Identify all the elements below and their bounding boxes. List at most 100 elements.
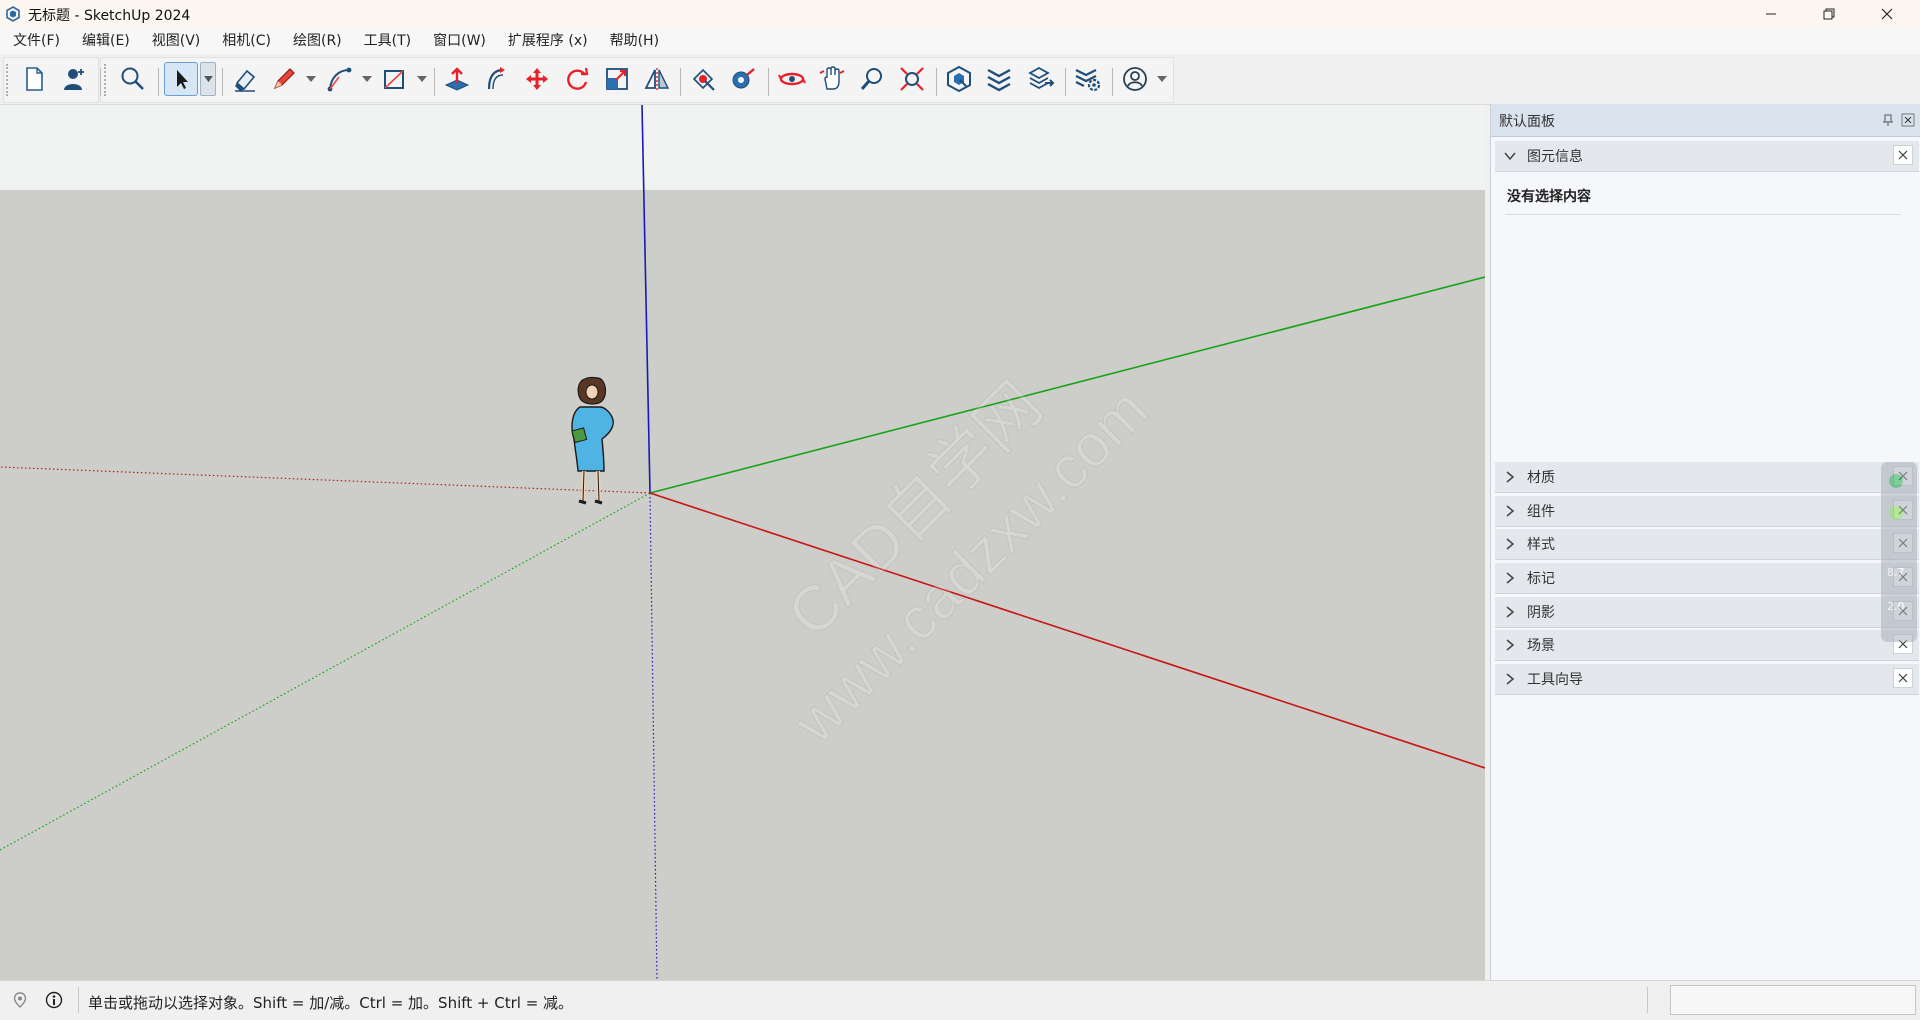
panel-shadows[interactable]: 阴影 [1495,597,1919,628]
panel-entity-info[interactable]: 图元信息 [1495,141,1919,172]
panel-components[interactable]: 组件 [1495,496,1919,527]
flip-icon [644,68,670,91]
zoom-tool-button[interactable] [855,62,889,96]
scale-tool-button[interactable] [600,62,634,96]
move-tool-button[interactable] [520,62,554,96]
tray-header: 默认面板 [1491,104,1920,137]
window-title: 无标题 - SketchUp 2024 [28,8,191,24]
panel-tags[interactable]: 标记 [1495,563,1919,594]
panel-styles[interactable]: 样式 [1495,529,1919,560]
toolbar [0,54,1920,105]
orbit-tool-button[interactable] [775,62,809,96]
line-tool-button[interactable] [267,62,301,96]
ground [0,190,1485,980]
paint-bucket-tool-button[interactable] [686,62,720,96]
toolbar-separator [936,68,937,96]
rotate-icon [567,67,589,90]
close-button[interactable] [1858,0,1916,28]
toolbar-separator [1112,68,1113,96]
move-icon [526,68,548,90]
follow-me-tool-button[interactable] [480,62,514,96]
panel-instructor[interactable]: 工具向导 [1495,664,1919,695]
panel-close-button[interactable] [1893,145,1913,165]
tape-measure-tool-button[interactable] [726,62,760,96]
toolbar-separator [768,68,769,96]
new-file-button[interactable] [17,62,51,96]
chevron-right-icon [1506,471,1515,483]
title-bar: 无标题 - SketchUp 2024 [0,0,1920,28]
close-icon [1898,150,1908,160]
eraser-tool-button[interactable] [228,62,262,96]
chevron-right-icon [1506,606,1515,618]
menu-view[interactable]: 视图(V) [139,28,210,54]
chevron-right-icon [1506,572,1515,584]
panel-materials[interactable]: 材质 [1495,462,1919,493]
menu-help[interactable]: 帮助(H) [597,28,668,54]
flip-tool-button[interactable] [640,62,674,96]
minimize-icon [1766,13,1776,15]
measurements-input[interactable] [1670,985,1916,1015]
rectangle-icon [384,70,404,89]
select-dropdown-button[interactable] [200,62,216,96]
extension-warehouse-button[interactable] [982,62,1016,96]
geo-location-icon[interactable] [11,991,29,1009]
toolbar-separator [158,68,159,96]
menu-extensions[interactable]: 扩展程序 (x) [495,28,597,54]
credits-info-icon[interactable] [45,991,63,1009]
orbit-icon [778,72,806,86]
add-user-button[interactable] [57,62,91,96]
extension-manager-button[interactable] [1071,62,1105,96]
close-icon [1898,673,1908,683]
toolbar-grip[interactable] [104,64,109,96]
select-tool-button[interactable] [164,62,198,96]
panel-label: 样式 [1527,537,1555,553]
pan-icon [819,66,845,90]
minimize-button[interactable] [1742,0,1800,28]
menu-draw[interactable]: 绘图(R) [280,28,351,54]
panel-close-button[interactable] [1893,668,1913,688]
rotate-tool-button[interactable] [560,62,594,96]
account-icon [1123,67,1147,91]
toolbar-separator [222,68,223,96]
arc-tool-button[interactable] [322,62,356,96]
zoom-extents-tool-button[interactable] [895,62,929,96]
send-to-layout-button[interactable] [1024,62,1058,96]
entity-info-status: 没有选择内容 [1507,189,1591,205]
model-viewport[interactable]: CAD自学网 www.cadzxw.com [0,105,1485,980]
zoom-extents-icon [900,67,924,91]
menu-tools[interactable]: 工具(T) [351,28,420,54]
add-user-icon [64,69,84,90]
chevron-down-icon[interactable] [306,76,316,84]
rectangle-tool-button[interactable] [377,62,411,96]
menu-edit[interactable]: 编辑(E) [69,28,139,54]
sketchup-logo-icon [6,6,20,22]
chevron-down-icon[interactable] [362,76,372,84]
account-button[interactable] [1118,62,1152,96]
push-pull-tool-button[interactable] [440,62,474,96]
chevron-down-icon [1504,152,1516,161]
menu-camera[interactable]: 相机(C) [209,28,280,54]
pin-icon[interactable] [1881,113,1895,127]
zoom-icon [860,68,882,90]
chevron-down-icon[interactable] [417,76,427,84]
toolbar-separator [1065,68,1066,96]
chevron-down-icon[interactable] [1157,76,1167,84]
new-file-icon [26,67,43,91]
menu-file[interactable]: 文件(F) [0,28,69,54]
panel-label: 阴影 [1527,605,1555,621]
status-bar: 单击或拖动以选择对象。Shift = 加/减。Ctrl = 加。Shift + … [0,980,1920,1020]
scene-canvas[interactable]: CAD自学网 www.cadzxw.com [0,105,1485,980]
restore-button[interactable] [1800,0,1858,28]
close-icon[interactable] [1901,113,1915,127]
pan-tool-button[interactable] [815,62,849,96]
divider [1505,214,1901,215]
search-button[interactable] [116,62,150,96]
panel-label: 图元信息 [1527,149,1583,165]
toolbar-grip[interactable] [6,64,11,96]
3d-warehouse-button[interactable] [942,62,976,96]
panel-scenes[interactable]: 场景 [1495,630,1919,661]
floating-system-widget[interactable]: 8.7 2.0 [1881,462,1917,642]
select-arrow-icon [177,70,188,89]
menu-window[interactable]: 窗口(W) [420,28,495,54]
push-pull-icon [444,67,470,91]
